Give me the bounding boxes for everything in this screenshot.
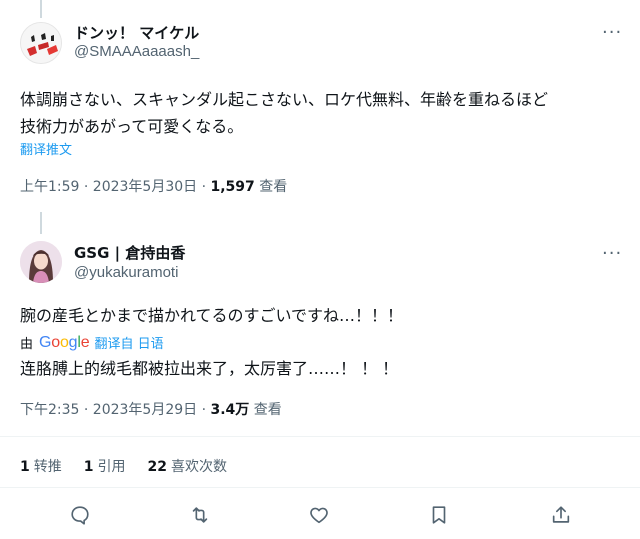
views-label: 查看	[253, 402, 282, 418]
more-horizontal-icon[interactable]: ···	[602, 24, 622, 42]
share-icon[interactable]	[550, 504, 574, 528]
tweet-text-line-1: 体調崩さない、スキャンダル起こさない、ロケ代無料、年齢を重ねるほど	[20, 90, 549, 109]
bookmark-icon[interactable]	[428, 504, 452, 528]
google-translate-attribution: 由 Google 翻译自 日语	[20, 333, 164, 353]
tweet-meta: 下午2:35 · 2023年5月29日 · 3.4万 查看	[20, 399, 282, 419]
quotes-label: 引用	[97, 459, 126, 475]
retweets-label: 转推	[33, 459, 62, 475]
retweets-count: 1	[20, 459, 30, 475]
divider-stats-top	[0, 436, 640, 437]
avatar-image	[20, 241, 62, 283]
retweet-icon[interactable]	[189, 504, 213, 528]
tweet-text-line-2: 技術力があがって可愛くなる。	[20, 117, 244, 136]
translate-tweet-link[interactable]: 翻译推文	[20, 139, 72, 158]
views-count: 3.4万	[210, 402, 250, 418]
google-logo-letter: e	[80, 333, 90, 351]
display-name[interactable]: GSG | 倉持由香	[74, 242, 185, 263]
views-label: 查看	[259, 179, 288, 195]
quotes-stat[interactable]: 1 引用	[84, 456, 126, 476]
engagement-stats: 1 转推 1 引用 22 喜欢次数	[20, 456, 227, 476]
reply-icon[interactable]	[69, 504, 93, 528]
google-prefix: 由	[20, 337, 34, 352]
action-bar	[0, 504, 640, 532]
google-logo: Google	[39, 333, 90, 352]
google-logo-letter: o	[51, 333, 60, 351]
retweets-stat[interactable]: 1 转推	[20, 456, 62, 476]
timestamp[interactable]: 上午1:59 · 2023年5月30日 ·	[20, 179, 211, 195]
quotes-count: 1	[83, 459, 94, 475]
views-count: 1,597	[210, 179, 255, 195]
display-name[interactable]: ドンッ！ マイケル	[74, 22, 199, 43]
avatar[interactable]	[20, 22, 62, 64]
translated-text: 连胳膊上的绒毛都被拉出来了，太厉害了……！ ！ ！	[20, 359, 399, 378]
google-logo-letter: G	[39, 333, 52, 351]
likes-label: 喜欢次数	[170, 459, 227, 475]
likes-stat[interactable]: 22 喜欢次数	[148, 456, 227, 476]
tweet-1: ドンッ！ マイケル @SMAAAaaaash_ ··· 体調崩さない、スキャンダ…	[0, 0, 640, 212]
tweet-text: 腕の産毛とかまで描かれてるのすごいですね…！！！	[20, 306, 404, 325]
timestamp[interactable]: 下午2:35 · 2023年5月29日 ·	[20, 402, 211, 418]
tweet-meta: 上午1:59 · 2023年5月30日 · 1,597 查看	[20, 176, 287, 196]
handle[interactable]: @yukakuramoti	[74, 264, 178, 281]
like-icon[interactable]	[308, 504, 332, 528]
translated-from-link[interactable]: 翻译自 日语	[94, 333, 163, 352]
thread-line-connector	[40, 212, 42, 234]
avatar-image	[21, 23, 61, 63]
more-horizontal-icon[interactable]: ···	[602, 245, 622, 263]
avatar[interactable]	[20, 241, 62, 283]
google-logo-letter: o	[59, 333, 69, 351]
likes-count: 22	[147, 459, 167, 475]
handle[interactable]: @SMAAAaaaash_	[74, 43, 199, 60]
divider-stats-bottom	[0, 487, 640, 488]
